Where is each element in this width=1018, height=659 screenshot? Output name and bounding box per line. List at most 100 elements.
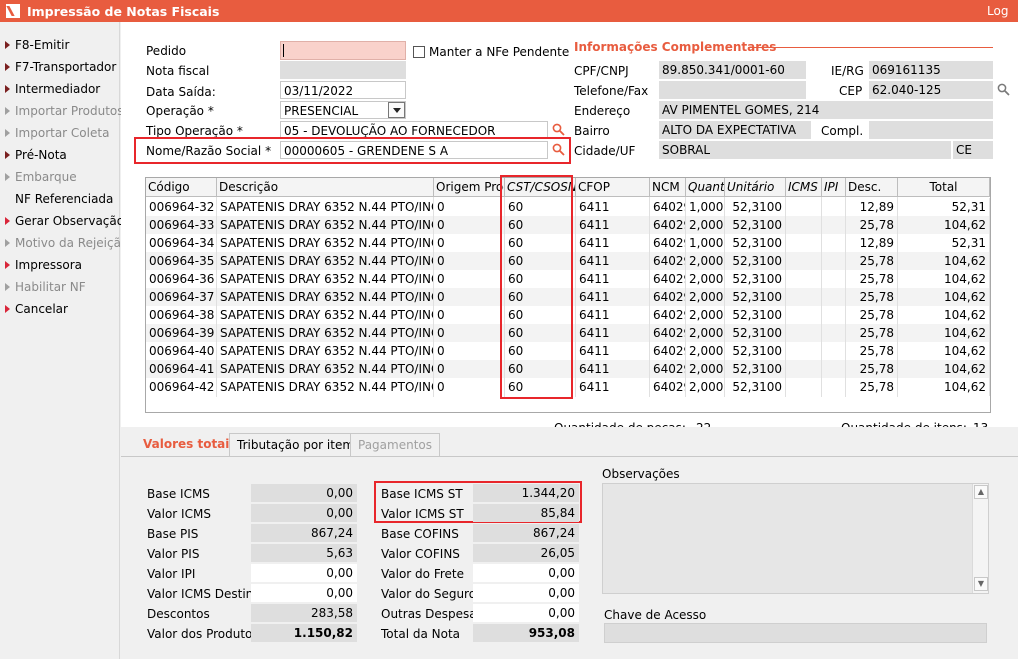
- pedido-input[interactable]: [280, 41, 406, 60]
- sidebar-item-8[interactable]: Gerar Observação: [5, 212, 124, 230]
- sidebar-item-label: Intermediador: [15, 82, 101, 96]
- sidebar-item-2[interactable]: Intermediador: [5, 80, 100, 98]
- table-cell: 12,89: [846, 198, 898, 216]
- table-cell: 25,78: [846, 324, 898, 342]
- tab-tributacao-por-item[interactable]: Tributação por item: [229, 433, 363, 456]
- table-cell: 6411: [576, 342, 650, 360]
- cidade-field: SOBRAL: [659, 141, 951, 159]
- sidebar-item-12[interactable]: Cancelar: [5, 300, 68, 318]
- endereco-field: AV PIMENTEL GOMES, 214: [659, 101, 993, 119]
- nota-fiscal-field: [280, 61, 406, 79]
- observacoes-scrollbar[interactable]: ▲ ▼: [972, 484, 988, 593]
- column-header[interactable]: Quant: [686, 178, 725, 197]
- column-header[interactable]: Descrição: [217, 178, 434, 197]
- table-cell: 25,78: [846, 270, 898, 288]
- sidebar-item-1[interactable]: F7-Transportador: [5, 58, 116, 76]
- sidebar-item-label: Importar Produtos: [15, 104, 124, 118]
- text-cursor: [283, 44, 284, 57]
- table-cell: 6411: [576, 360, 650, 378]
- table-cell: 64029990: [650, 342, 686, 360]
- sidebar-item-6[interactable]: Embarque: [5, 168, 77, 186]
- table-cell: 52,3100: [725, 216, 786, 234]
- sidebar-item-11[interactable]: Habilitar NF: [5, 278, 86, 296]
- column-header[interactable]: IPI: [822, 178, 846, 197]
- column-header[interactable]: Unitário: [725, 178, 786, 197]
- table-cell: [786, 252, 822, 270]
- triangle-right-icon: [5, 173, 10, 181]
- mid-value[interactable]: 0,00: [473, 584, 579, 602]
- scroll-up-icon[interactable]: ▲: [974, 485, 988, 499]
- table-cell: 0: [434, 324, 505, 342]
- table-cell: 6411: [576, 216, 650, 234]
- cep-search-icon[interactable]: [997, 83, 1010, 96]
- triangle-right-icon: [5, 41, 10, 49]
- manter-nfe-checkbox[interactable]: [413, 46, 425, 58]
- telefone-field: [659, 81, 806, 99]
- scroll-down-icon[interactable]: ▼: [974, 577, 988, 591]
- mid-value[interactable]: 0,00: [473, 564, 579, 582]
- table-cell: 006964-38: [146, 306, 217, 324]
- table-cell: [822, 234, 846, 252]
- table-cell: 6411: [576, 324, 650, 342]
- nome-search-icon[interactable]: [552, 143, 565, 156]
- mid-label: Valor COFINS: [381, 547, 460, 561]
- nome-input[interactable]: 00000605 - GRENDENE S A: [280, 141, 548, 159]
- sidebar-item-0[interactable]: F8-Emitir: [5, 36, 69, 54]
- column-header[interactable]: NCM: [650, 178, 686, 197]
- sidebar-item-4[interactable]: Importar Coleta: [5, 124, 109, 142]
- table-cell: 2,000: [686, 360, 725, 378]
- column-header[interactable]: CFOP: [576, 178, 650, 197]
- table-cell: 0: [434, 270, 505, 288]
- operacao-value: PRESENCIAL: [284, 104, 359, 118]
- sidebar-item-9[interactable]: Motivo da Rejeição: [5, 234, 128, 252]
- table-cell: 25,78: [846, 360, 898, 378]
- operacao-dropdown-button[interactable]: [388, 102, 405, 118]
- left-label: Valor IPI: [147, 567, 196, 581]
- sidebar-item-label: Habilitar NF: [15, 280, 86, 294]
- table-cell: 006964-33: [146, 216, 217, 234]
- observacoes-textarea[interactable]: [602, 483, 989, 594]
- table-cell: [786, 198, 822, 216]
- table-cell: [822, 270, 846, 288]
- table-cell: SAPATENIS DRAY 6352 N.44 PTO/INCOLOR: [217, 288, 434, 306]
- table-cell: [786, 306, 822, 324]
- mid-label: Outras Despesas: [381, 607, 483, 621]
- table-cell: SAPATENIS DRAY 6352 N.44 PTO/INCOLOR: [217, 378, 434, 396]
- title-bar: Impressão de Notas Fiscais Log: [0, 0, 1018, 22]
- sidebar-item-10[interactable]: Impressora: [5, 256, 82, 274]
- table-cell: 52,3100: [725, 252, 786, 270]
- table-cell: 104,62: [898, 342, 990, 360]
- log-link[interactable]: Log: [987, 4, 1008, 18]
- sidebar-item-5[interactable]: Pré-Nota: [5, 146, 67, 164]
- table-cell: 6411: [576, 288, 650, 306]
- table-cell: 2,000: [686, 252, 725, 270]
- cpf-field: 89.850.341/0001-60: [659, 61, 806, 79]
- tipo-operacao-search-icon[interactable]: [552, 123, 565, 136]
- column-header[interactable]: Desc.: [846, 178, 898, 197]
- cep-label: CEP: [839, 84, 863, 98]
- table-cell: 0: [434, 342, 505, 360]
- tab-pagamentos[interactable]: Pagamentos: [350, 433, 440, 456]
- sidebar-item-3[interactable]: Importar Produtos: [5, 102, 124, 120]
- chevron-down-icon: [393, 108, 401, 113]
- triangle-right-icon: [5, 217, 10, 225]
- column-header[interactable]: ICMS: [786, 178, 822, 197]
- cidade-label: Cidade/UF: [574, 144, 636, 158]
- data-saida-input[interactable]: 03/11/2022: [280, 81, 406, 99]
- sidebar-item-label: Motivo da Rejeição: [15, 236, 129, 250]
- table-cell: 64029990: [650, 270, 686, 288]
- column-header[interactable]: Origem Prod: [434, 178, 505, 197]
- table-cell: 64029990: [650, 324, 686, 342]
- info-header: Informações Complementares: [574, 40, 777, 54]
- mid-value[interactable]: 0,00: [473, 604, 579, 622]
- sidebar-item-7[interactable]: NF Referenciada: [5, 190, 113, 208]
- column-header[interactable]: Total: [898, 178, 990, 197]
- left-value: 5,63: [251, 544, 357, 562]
- table-cell: 12,89: [846, 234, 898, 252]
- data-saida-label: Data Saída:: [146, 85, 216, 99]
- column-header[interactable]: Código: [146, 178, 217, 197]
- tab-valores-totais[interactable]: Valores totais: [136, 433, 244, 456]
- table-cell: 006964-36: [146, 270, 217, 288]
- table-cell: 2,000: [686, 306, 725, 324]
- table-cell: 6411: [576, 234, 650, 252]
